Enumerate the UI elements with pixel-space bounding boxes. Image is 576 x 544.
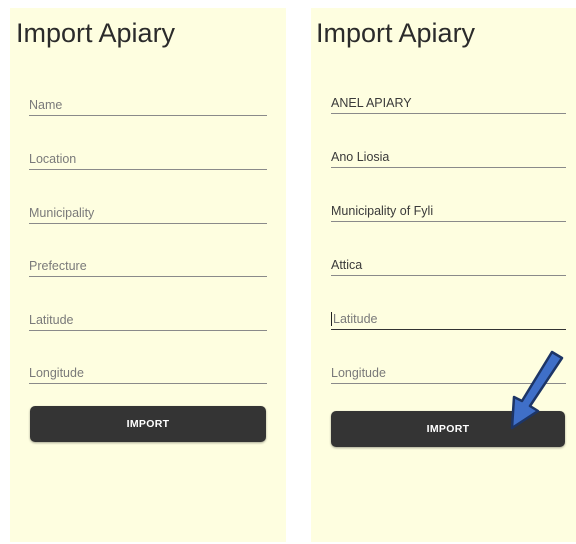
municipality-field[interactable]: Municipality <box>29 198 267 224</box>
location-field[interactable]: Ano Liosia <box>331 142 566 168</box>
left-phone-screen: Import Apiary Name Location Municipality… <box>10 8 286 542</box>
arrow-down-left-icon <box>510 350 564 430</box>
latitude-field[interactable]: Latitude <box>331 304 566 330</box>
right-phone-screen: Import Apiary ANEL APIARY Ano Liosia Mun… <box>311 8 576 542</box>
prefecture-field[interactable]: Attica <box>331 250 566 276</box>
name-field[interactable]: Name <box>29 90 267 116</box>
municipality-field[interactable]: Municipality of Fyli <box>331 196 566 222</box>
latitude-placeholder: Latitude <box>333 312 378 326</box>
latitude-field[interactable]: Latitude <box>29 305 267 331</box>
text-cursor <box>331 312 332 326</box>
name-field[interactable]: ANEL APIARY <box>331 88 566 114</box>
longitude-field[interactable]: Longitude <box>29 358 267 384</box>
page-title: Import Apiary <box>16 18 176 48</box>
prefecture-field[interactable]: Prefecture <box>29 251 267 277</box>
location-field[interactable]: Location <box>29 144 267 170</box>
import-button[interactable]: IMPORT <box>30 406 266 442</box>
page-title: Import Apiary <box>316 18 476 48</box>
